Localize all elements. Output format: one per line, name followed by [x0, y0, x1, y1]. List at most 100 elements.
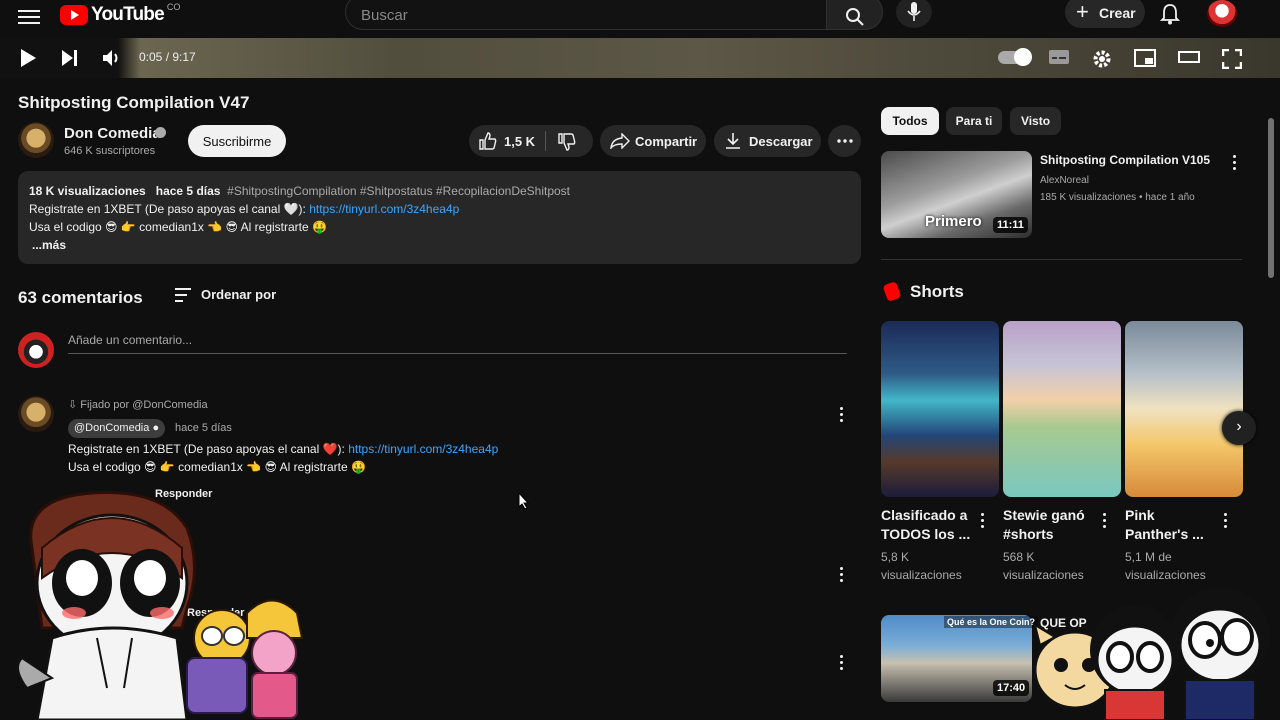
- download-button[interactable]: Descargar: [714, 125, 821, 157]
- short-3-views-label: visualizaciones: [1125, 568, 1206, 582]
- subtitles-icon[interactable]: [1048, 49, 1070, 65]
- pinned-text: Fijado por @DonComedia: [80, 399, 208, 411]
- download-icon: [726, 133, 740, 149]
- chevron-right-icon[interactable]: ›: [1222, 411, 1256, 445]
- share-label: Compartir: [635, 134, 698, 149]
- comment-options-icon-2[interactable]: [840, 567, 844, 585]
- recommended-video-title[interactable]: Shitposting Compilation V105: [1040, 153, 1210, 167]
- share-button[interactable]: Compartir: [600, 125, 706, 157]
- short-3-title[interactable]: Pink Panther's ...: [1125, 506, 1221, 544]
- play-icon[interactable]: [19, 49, 37, 67]
- short-3-view-count: 5,1 M de: [1125, 550, 1172, 564]
- add-comment-input[interactable]: Añade un comentario...: [68, 333, 192, 347]
- theater-mode-icon[interactable]: [1178, 49, 1200, 65]
- verified-icon: [155, 127, 166, 138]
- short-thumbnail-1[interactable]: [881, 321, 999, 497]
- plus-icon: +: [1076, 0, 1089, 24]
- rec-options-icon[interactable]: [1233, 155, 1237, 173]
- sort-by-button[interactable]: Ordenar por: [201, 287, 276, 302]
- recommended-video-2-thumbnail[interactable]: 17:40: [881, 615, 1032, 702]
- shorts-heading: Shorts: [910, 282, 964, 301]
- description-line-2: Usa el codigo 😎 👉 comedian1x 👈 😎 Al regi…: [29, 220, 327, 234]
- more-horizontal-icon: [837, 139, 853, 143]
- share-icon: [610, 133, 630, 149]
- comment-options-icon-3[interactable]: [840, 655, 844, 673]
- comment-input-underline: [68, 353, 847, 354]
- channel-name[interactable]: Don Comedia: [64, 125, 161, 142]
- view-count: 18 K visualizaciones: [29, 184, 146, 198]
- like-count[interactable]: 1,5 K: [504, 134, 535, 149]
- comment-options-icon[interactable]: [840, 407, 844, 425]
- description-meta: 18 K visualizaciones hace 5 días #Shitpo…: [29, 182, 850, 200]
- comment-author-avatar[interactable]: [18, 396, 54, 432]
- short-thumbnail-2[interactable]: [1003, 321, 1121, 497]
- like-divider: [545, 131, 546, 151]
- recommended-video-meta: 185 K visualizaciones • hace 1 año: [1040, 192, 1195, 203]
- recommended-video-thumbnail[interactable]: Primero 11:11: [881, 151, 1032, 238]
- menu-icon[interactable]: [18, 6, 40, 26]
- volume-icon[interactable]: [102, 49, 122, 67]
- description-link[interactable]: https://tinyurl.com/3z4hea4p: [309, 202, 459, 216]
- show-more-link[interactable]: ...más: [29, 236, 850, 254]
- subscribe-button[interactable]: Suscribirme: [188, 125, 286, 157]
- thumbnail-text: Primero: [925, 213, 982, 230]
- dislike-icon[interactable]: [558, 133, 576, 151]
- section-divider: [881, 259, 1242, 260]
- create-label: Crear: [1099, 5, 1136, 21]
- notifications-bell-icon[interactable]: [1160, 3, 1180, 25]
- logo-text: YouTube: [91, 4, 165, 25]
- next-icon[interactable]: [61, 49, 79, 67]
- chip-para-ti[interactable]: Para ti: [946, 107, 1002, 135]
- search-input[interactable]: Buscar: [345, 0, 827, 30]
- short-2-view-count: 568 K: [1003, 550, 1035, 564]
- sort-icon[interactable]: [175, 288, 191, 306]
- short-1-views-label: visualizaciones: [881, 568, 962, 582]
- pin-icon: ⇩: [68, 399, 81, 411]
- comment-link[interactable]: https://tinyurl.com/3z4hea4p: [348, 442, 498, 456]
- like-dislike-group: 1,5 K: [469, 125, 593, 157]
- country-code: CO: [166, 2, 181, 12]
- download-label: Descargar: [749, 134, 813, 149]
- short-2-views: 568 K visualizaciones: [1003, 548, 1084, 584]
- verified-icon: ●: [152, 422, 160, 434]
- settings-gear-icon[interactable]: [1092, 49, 1112, 69]
- short-3-views: 5,1 M de visualizaciones: [1125, 548, 1206, 584]
- pinned-label: ⇩ Fijado por @DonComedia: [68, 398, 208, 411]
- short-3-options-icon[interactable]: [1224, 513, 1228, 531]
- short-1-title[interactable]: Clasificado a TODOS los ...: [881, 506, 977, 544]
- chip-todos[interactable]: Todos: [881, 107, 939, 135]
- short-2-title[interactable]: Stewie ganó #shorts: [1003, 506, 1099, 544]
- upload-age: hace 5 días: [155, 184, 221, 198]
- fullscreen-icon[interactable]: [1222, 49, 1242, 69]
- short-2-options-icon[interactable]: [1103, 513, 1107, 531]
- video-description[interactable]: 18 K visualizaciones hace 5 días #Shitpo…: [18, 171, 861, 264]
- chip-visto[interactable]: Visto: [1010, 107, 1061, 135]
- like-icon[interactable]: [479, 132, 497, 150]
- recommended-video-channel[interactable]: AlexNoreal: [1040, 175, 1089, 186]
- scrollbar[interactable]: [1268, 118, 1274, 278]
- video-duration: 11:11: [993, 217, 1028, 233]
- hashtags[interactable]: #ShitpostingCompilation #Shitpostatus #R…: [227, 184, 570, 198]
- short-thumbnail-3[interactable]: [1125, 321, 1243, 497]
- youtube-play-icon: [60, 5, 88, 25]
- autoplay-toggle[interactable]: [998, 48, 1032, 66]
- comment-author-handle: @DonComedia: [74, 422, 150, 434]
- short-2-views-label: visualizaciones: [1003, 568, 1084, 582]
- search-button[interactable]: [826, 0, 883, 30]
- account-avatar[interactable]: [1207, 0, 1237, 27]
- miniplayer-icon[interactable]: [1134, 49, 1156, 67]
- comment-count: 63 comentarios: [18, 288, 143, 307]
- short-1-views: 5,8 K visualizaciones: [881, 548, 962, 584]
- user-avatar: [18, 332, 54, 368]
- comment-author[interactable]: @DonComedia ●: [68, 419, 166, 438]
- shorts-icon: [882, 281, 902, 302]
- channel-avatar[interactable]: [18, 122, 54, 158]
- short-1-options-icon[interactable]: [981, 513, 985, 531]
- youtube-logo[interactable]: YouTube CO: [60, 2, 181, 26]
- comment-line-1-text: Registrate en 1XBET (De paso apoyas el c…: [68, 442, 345, 456]
- comment-time[interactable]: hace 5 días: [175, 422, 232, 434]
- short-1-view-count: 5,8 K: [881, 550, 910, 564]
- mic-icon: [907, 2, 921, 21]
- search-icon: [846, 8, 864, 26]
- more-actions-button[interactable]: [828, 125, 861, 157]
